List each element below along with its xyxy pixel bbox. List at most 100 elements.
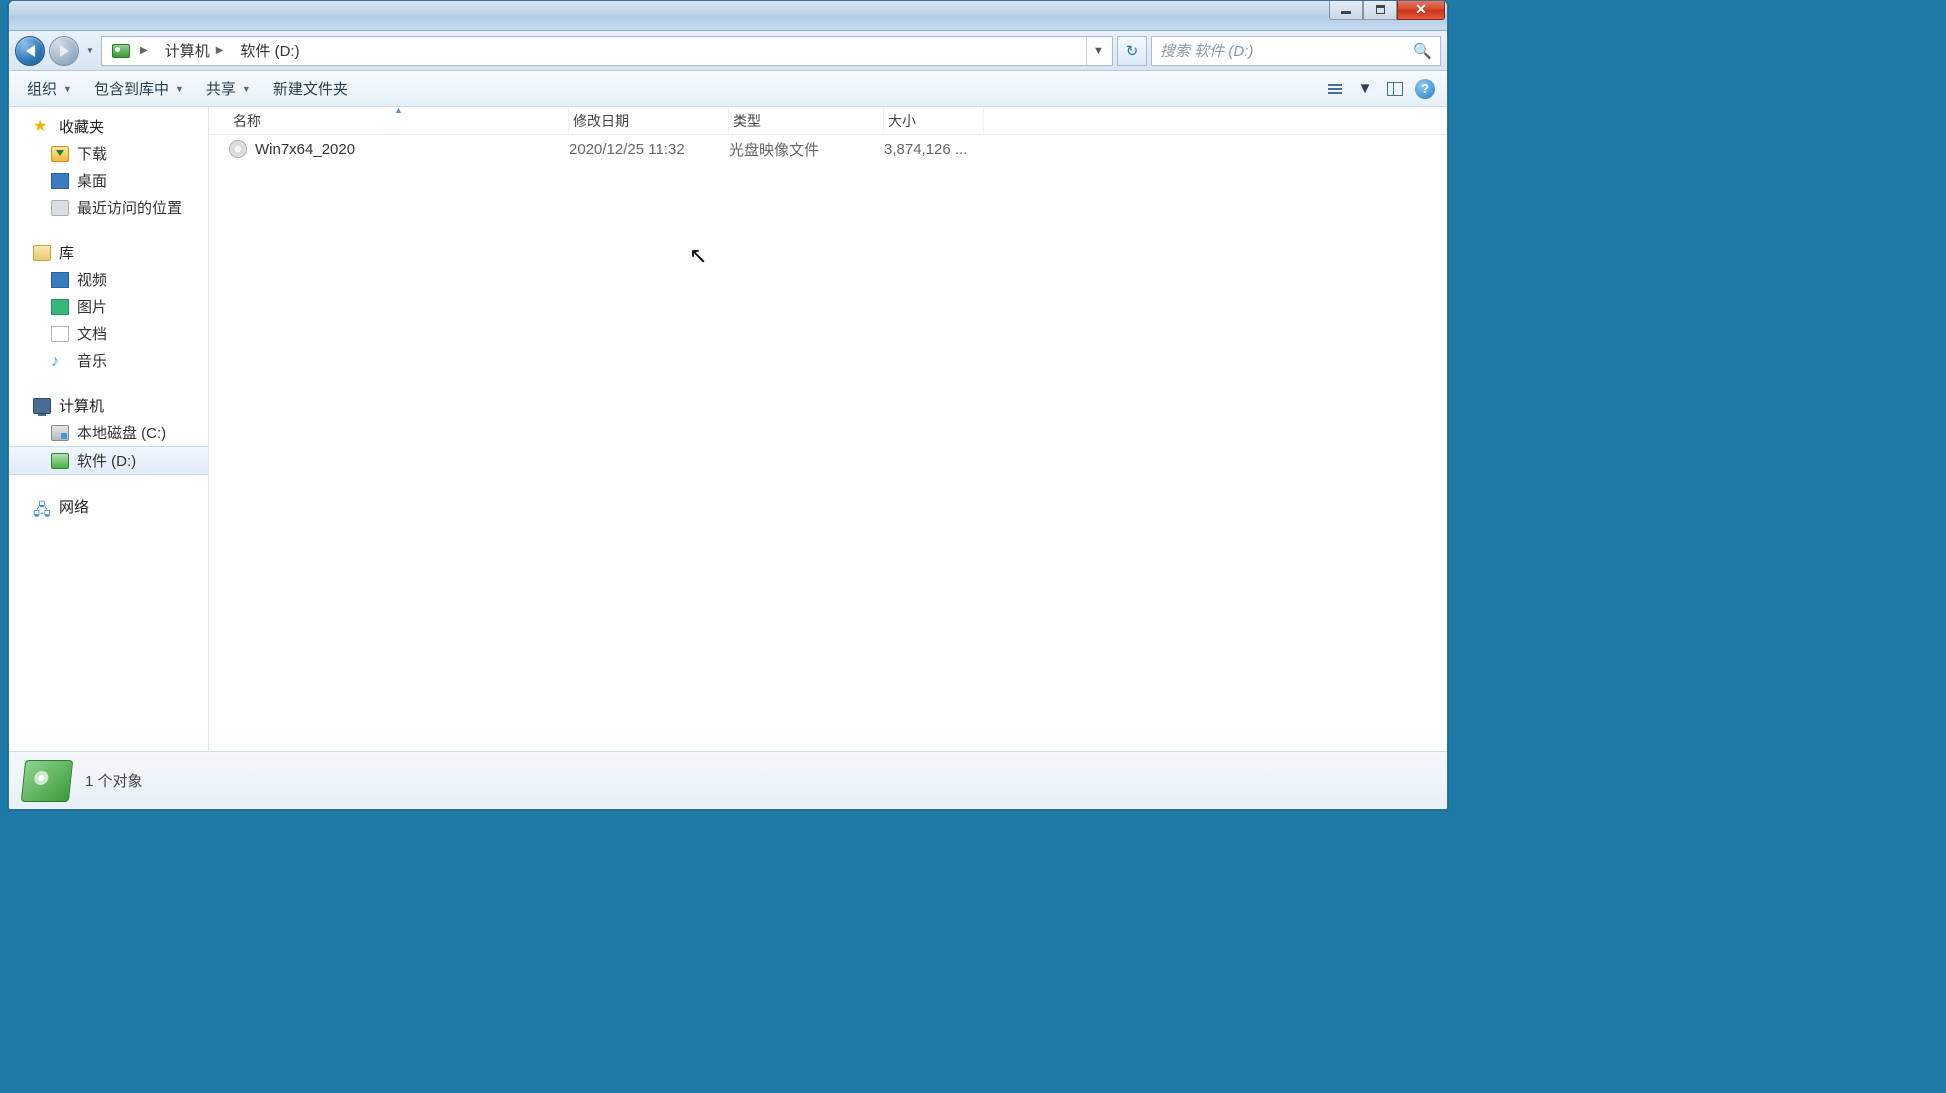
video-icon [51,272,69,288]
sidebar-head-libraries[interactable]: 库 [9,239,208,266]
new-folder-button[interactable]: 新建文件夹 [263,74,358,103]
title-bar[interactable]: ✕ [9,1,1447,31]
organize-menu[interactable]: 组织▼ [17,74,82,103]
sidebar-group-computer: 计算机 本地磁盘 (C:) 软件 (D:) [9,392,208,475]
navigation-row: ▼ ▶ 计算机▶ 软件 (D:) ▼ ↻ 搜索 软件 (D:) 🔍 [9,31,1447,71]
refresh-button[interactable]: ↻ [1117,36,1147,66]
sidebar-head-favorites[interactable]: ★收藏夹 [9,113,208,140]
address-dropdown-icon[interactable]: ▼ [1086,37,1110,65]
minimize-button[interactable] [1329,0,1363,20]
toolbar-label: 包含到库中 [94,78,169,99]
window-controls: ✕ [1329,0,1445,20]
file-size: 3,874,126 ... [884,141,967,158]
sidebar-label: 网络 [59,496,89,517]
sidebar-group-favorites: ★收藏夹 下载 桌面 最近访问的位置 [9,113,208,221]
share-menu[interactable]: 共享▼ [196,74,261,103]
sidebar-item-label: 桌面 [77,170,107,191]
sidebar-item-drive-c[interactable]: 本地磁盘 (C:) [9,419,208,446]
sort-indicator-icon: ▲ [394,105,403,115]
status-text: 1 个对象 [85,770,143,791]
sidebar-item-documents[interactable]: 文档 [9,320,208,347]
toolbar-label: 组织 [27,78,57,99]
file-type: 光盘映像文件 [729,142,819,159]
sidebar-item-label: 下载 [77,143,107,164]
sidebar-item-label: 软件 (D:) [77,450,136,471]
column-label: 大小 [888,111,916,131]
search-input[interactable]: 搜索 软件 (D:) 🔍 [1151,36,1441,66]
back-button[interactable] [15,36,45,66]
sidebar-item-label: 音乐 [77,350,107,371]
body-split: ★收藏夹 下载 桌面 最近访问的位置 库 视频 图片 文档 ♪ 音乐 计算机 本地… [9,107,1447,751]
iso-icon [229,140,247,158]
sidebar-item-label: 视频 [77,269,107,290]
network-icon: 🖧 [33,499,51,515]
include-library-menu[interactable]: 包含到库中▼ [84,74,194,103]
toolbar-label: 共享 [206,78,236,99]
nav-history-dropdown[interactable]: ▼ [83,46,97,55]
list-view-icon [1328,84,1342,94]
column-type[interactable]: 类型 [729,107,884,134]
hdd-icon [51,425,69,441]
sidebar-item-videos[interactable]: 视频 [9,266,208,293]
toolbar-label: 新建文件夹 [273,78,348,99]
file-type-cell: 光盘映像文件 [729,139,884,160]
library-icon [33,245,51,261]
hdd-icon [51,453,69,469]
column-date[interactable]: 修改日期 [569,107,729,134]
file-name: Win7x64_2020 [255,141,355,158]
view-dropdown-button[interactable]: ▼ [1351,77,1379,101]
picture-icon [51,299,69,315]
desktop-icon [51,173,69,189]
address-seg-drive[interactable]: 软件 (D:) [232,37,308,65]
column-name[interactable]: ▲名称 [229,107,569,134]
help-button[interactable]: ? [1411,77,1439,101]
navigation-sidebar[interactable]: ★收藏夹 下载 桌面 最近访问的位置 库 视频 图片 文档 ♪ 音乐 计算机 本地… [9,107,209,751]
sidebar-item-desktop[interactable]: 桌面 [9,167,208,194]
sidebar-item-label: 最近访问的位置 [77,197,182,218]
sidebar-item-label: 图片 [77,296,107,317]
help-icon: ? [1415,79,1435,99]
toolbar: 组织▼ 包含到库中▼ 共享▼ 新建文件夹 ▼ ? [9,71,1447,107]
file-size-cell: 3,874,126 ... [884,141,984,158]
sidebar-item-label: 文档 [77,323,107,344]
close-button[interactable]: ✕ [1397,0,1445,20]
search-placeholder: 搜索 软件 (D:) [1160,40,1253,61]
sidebar-item-downloads[interactable]: 下载 [9,140,208,167]
column-size[interactable]: 大小 [884,107,984,134]
explorer-window: ✕ ▼ ▶ 计算机▶ 软件 (D:) ▼ ↻ 搜索 软件 (D:) 🔍 组织▼ … [8,0,1448,810]
view-mode-button[interactable] [1321,77,1349,101]
file-row[interactable]: Win7x64_2020 2020/12/25 11:32 光盘映像文件 3,8… [209,135,1447,163]
sidebar-head-computer[interactable]: 计算机 [9,392,208,419]
column-headers: ▲名称 修改日期 类型 大小 [209,107,1447,135]
maximize-button[interactable] [1363,0,1397,20]
sidebar-group-network: 🖧 网络 [9,493,208,520]
music-icon: ♪ [51,353,69,369]
file-rows: Win7x64_2020 2020/12/25 11:32 光盘映像文件 3,8… [209,135,1447,751]
download-icon [51,146,69,162]
file-date-cell: 2020/12/25 11:32 [569,141,729,158]
status-bar: 1 个对象 [9,751,1447,809]
sidebar-item-music[interactable]: ♪ 音乐 [9,347,208,374]
recent-icon [51,200,69,216]
sidebar-group-libraries: 库 视频 图片 文档 ♪ 音乐 [9,239,208,374]
column-label: 修改日期 [573,111,629,131]
drive-icon [112,44,130,58]
address-seg-label: 计算机 [165,40,210,61]
sidebar-item-label: 本地磁盘 (C:) [77,422,166,443]
column-label: 类型 [733,111,761,131]
address-seg-label: 软件 (D:) [240,40,299,61]
sidebar-label: 计算机 [59,395,104,416]
pane-icon [1387,82,1403,96]
forward-button[interactable] [49,36,79,66]
address-root-icon[interactable]: ▶ [104,37,157,65]
sidebar-head-network[interactable]: 🖧 网络 [9,493,208,520]
address-bar[interactable]: ▶ 计算机▶ 软件 (D:) ▼ [101,36,1113,66]
address-seg-computer[interactable]: 计算机▶ [157,37,233,65]
sidebar-item-drive-d[interactable]: 软件 (D:) [9,446,208,475]
preview-pane-button[interactable] [1381,77,1409,101]
sidebar-item-recent[interactable]: 最近访问的位置 [9,194,208,221]
file-list-area[interactable]: ▲名称 修改日期 类型 大小 Win7x64_2020 2020/12/25 1… [209,107,1447,751]
cursor-icon: ↖ [689,243,707,269]
document-icon [51,326,69,342]
sidebar-item-pictures[interactable]: 图片 [9,293,208,320]
